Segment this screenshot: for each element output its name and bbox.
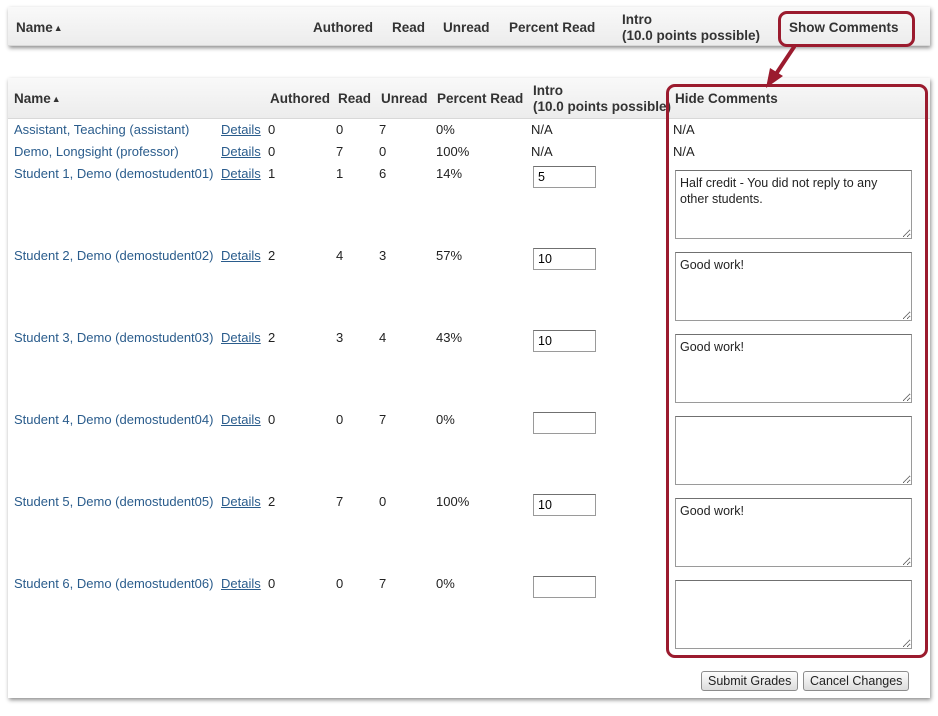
read-count: 0 [336,122,344,137]
grade-input[interactable] [533,494,596,516]
intro-header-title: Intro [622,12,652,27]
sort-ascending-icon: ▲ [53,23,63,33]
comment-textarea[interactable]: Half credit - You did not reply to any o… [675,170,912,239]
show-comments-toggle[interactable]: Show Comments [789,20,899,36]
details-link[interactable]: Details [221,144,261,160]
student-name-link[interactable]: Student 2, Demo (demostudent02) [14,248,213,264]
unread-column-header: Unread [381,91,428,106]
authored-count: 2 [268,330,276,345]
authored-count: 0 [268,144,276,159]
percent-read-value: 14% [436,166,463,181]
name-header-label: Name [16,20,53,35]
percent-read-value: 0% [436,576,455,591]
percent-read-column-header: Percent Read [509,20,596,35]
grade-input[interactable] [533,330,596,352]
read-count: 4 [336,248,344,263]
read-count: 0 [336,576,344,591]
unread-count: 7 [379,122,387,137]
authored-column-header: Authored [270,91,330,106]
grade-input[interactable] [533,166,596,188]
authored-count: 0 [268,122,276,137]
callout-arrow-shaft [774,45,796,76]
details-link[interactable]: Details [221,330,261,346]
unread-count: 6 [379,166,387,181]
grade-input[interactable] [533,412,596,434]
authored-count: 2 [268,248,276,263]
comment-textarea[interactable]: Good work! [675,252,912,321]
details-link[interactable]: Details [221,494,261,510]
read-count: 7 [336,494,344,509]
details-link[interactable]: Details [221,412,261,428]
name-column-header[interactable]: Name▲ [14,91,61,107]
comment-textarea[interactable]: Good work! [675,334,912,403]
percent-read-value: 100% [436,494,470,509]
cancel-changes-button[interactable]: Cancel Changes [803,671,910,691]
student-name-link[interactable]: Student 3, Demo (demostudent03) [14,330,213,346]
read-count: 1 [336,166,344,181]
comment-textarea[interactable]: Good work! [675,498,912,567]
student-name-link[interactable]: Assistant, Teaching (assistant) [14,122,189,138]
student-name-link[interactable]: Student 6, Demo (demostudent06) [14,576,213,592]
sort-ascending-icon: ▲ [51,94,61,104]
unread-count: 7 [379,412,387,427]
table-header-row: Name▲ Authored Read Unread Percent Read … [8,78,930,119]
grading-table: Name▲ Authored Read Unread Percent Read … [8,78,930,698]
name-column-header[interactable]: Name▲ [16,20,63,36]
unread-column-header: Unread [443,20,490,35]
details-link[interactable]: Details [221,576,261,592]
intro-header-points: (10.0 points possible) [622,28,761,43]
details-link[interactable]: Details [221,248,261,264]
comment-value: N/A [673,122,695,137]
grade-value: N/A [531,122,553,137]
percent-read-value: 57% [436,248,463,263]
authored-count: 1 [268,166,276,181]
read-column-header: Read [338,91,372,106]
comment-value: N/A [673,144,695,159]
intro-header-points: (10.0 points possible) [533,99,672,114]
student-name-link[interactable]: Student 1, Demo (demostudent01) [14,166,213,182]
unread-count: 4 [379,330,387,345]
unread-count: 0 [379,144,387,159]
read-column-header: Read [392,20,426,35]
details-link[interactable]: Details [221,166,261,182]
read-count: 0 [336,412,344,427]
details-link[interactable]: Details [221,122,261,138]
unread-count: 3 [379,248,387,263]
intro-header-title: Intro [533,83,563,98]
unread-count: 0 [379,494,387,509]
authored-count: 2 [268,494,276,509]
comment-textarea[interactable] [675,580,912,649]
collapsed-grading-table: Name▲ Authored Read Unread Percent Read … [8,7,930,46]
intro-column-header: Intro (10.0 points possible) [533,83,671,115]
read-count: 7 [336,144,344,159]
authored-count: 0 [268,412,276,427]
collapsed-header-row: Name▲ Authored Read Unread Percent Read … [8,7,930,46]
authored-column-header: Authored [313,20,373,35]
student-name-link[interactable]: Student 5, Demo (demostudent05) [14,494,213,510]
comment-textarea[interactable] [675,416,912,485]
hide-comments-toggle[interactable]: Hide Comments [675,91,778,107]
student-name-link[interactable]: Student 4, Demo (demostudent04) [14,412,213,428]
authored-count: 0 [268,576,276,591]
student-name-link[interactable]: Demo, Longsight (professor) [14,144,179,160]
name-header-label: Name [14,91,51,106]
unread-count: 7 [379,576,387,591]
intro-column-header: Intro (10.0 points possible) [622,12,760,44]
grade-value: N/A [531,144,553,159]
submit-grades-button[interactable]: Submit Grades [701,671,799,691]
read-count: 3 [336,330,344,345]
percent-read-value: 100% [436,144,470,159]
percent-read-column-header: Percent Read [437,91,524,106]
percent-read-value: 0% [436,122,455,137]
grade-input[interactable] [533,248,596,270]
grade-input[interactable] [533,576,596,598]
percent-read-value: 43% [436,330,463,345]
percent-read-value: 0% [436,412,455,427]
